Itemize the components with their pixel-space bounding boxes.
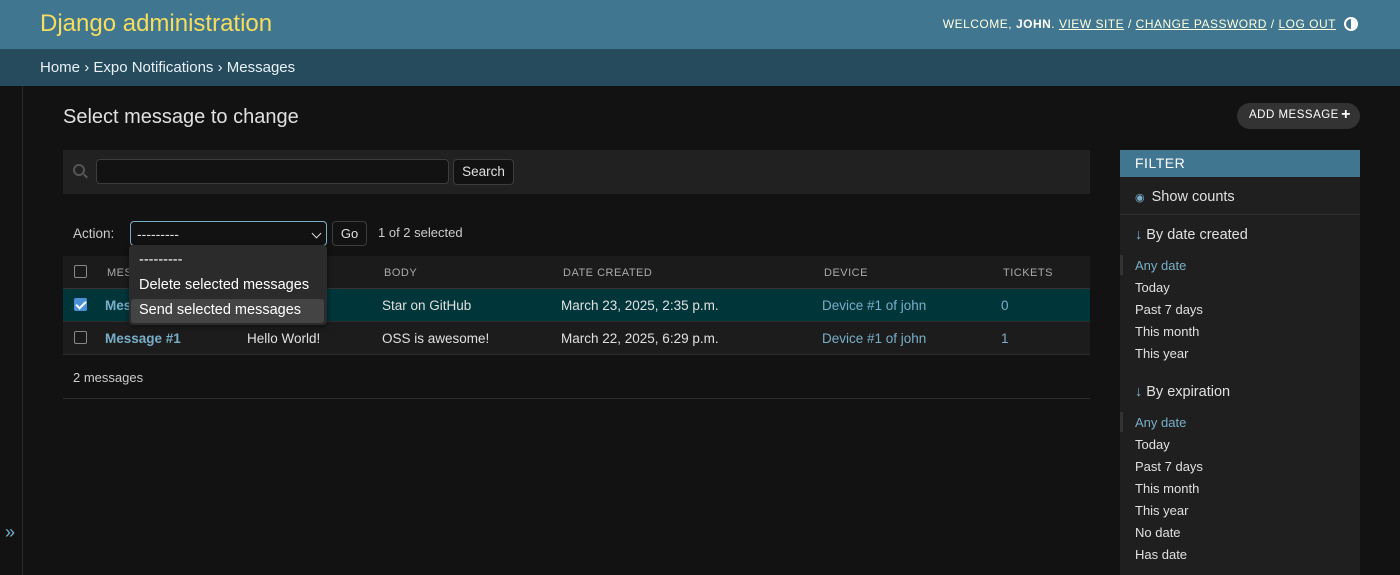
filter-section-title: By expiration [1146, 384, 1231, 400]
result-count: 2 messages [73, 370, 144, 385]
filter-item[interactable]: Any date [1119, 255, 1186, 275]
add-message-label: ADD MESSAGE [1249, 109, 1339, 121]
filter-item[interactable]: This year [1135, 503, 1188, 518]
go-button[interactable]: Go [332, 221, 367, 246]
column-header-date-created[interactable]: DATE CREATED [563, 267, 652, 279]
paginator: 2 messages [63, 356, 1090, 399]
username: john [1015, 17, 1052, 31]
filter-item[interactable]: Today [1135, 437, 1170, 452]
chevron-down-icon [311, 228, 322, 239]
tickets-link[interactable]: 1 [1001, 331, 1009, 346]
search-input[interactable] [96, 159, 449, 184]
changelist-filter: FILTER ◉ Show counts ↓ By date created An… [1119, 150, 1360, 575]
arrow-down-icon: ↓ [1135, 384, 1143, 400]
search-icon [73, 164, 85, 176]
column-header-device[interactable]: DEVICE [824, 267, 868, 279]
message-date: March 22, 2025, 6:29 p.m. [561, 331, 719, 346]
show-counts-label: Show counts [1151, 189, 1235, 205]
action-select-value: --------- [137, 226, 179, 242]
view-site-link[interactable]: View site [1059, 17, 1124, 31]
header: Django administration Welcome, john. Vie… [0, 0, 1400, 49]
select-all-checkbox[interactable] [74, 265, 87, 278]
search-toolbar: Search [63, 150, 1090, 194]
breadcrumb-app[interactable]: Expo Notifications [93, 59, 213, 76]
filter-section-date-created[interactable]: ↓ By date created [1135, 227, 1248, 243]
tickets-link[interactable]: 0 [1001, 298, 1009, 313]
filter-item[interactable]: Has date [1135, 547, 1187, 562]
action-option-delete[interactable]: Delete selected messages [131, 274, 324, 298]
device-link[interactable]: Device #1 of john [822, 331, 926, 346]
site-branding[interactable]: Django administration [40, 10, 272, 38]
message-body: OSS is awesome! [382, 331, 490, 346]
action-select[interactable]: --------- [130, 221, 327, 246]
filter-section-expiration[interactable]: ↓ By expiration [1135, 384, 1230, 400]
breadcrumb-separator: › [84, 59, 90, 76]
filter-item[interactable]: Past 7 days [1135, 459, 1203, 474]
filter-section-title: By date created [1146, 227, 1248, 243]
filter-item[interactable]: Any date [1119, 412, 1186, 432]
user-tools: Welcome, john. View site / Change passwo… [942, 17, 1336, 31]
action-dropdown-menu: --------- Delete selected messages Send … [129, 245, 327, 325]
message-date: March 23, 2025, 2:35 p.m. [561, 298, 719, 313]
add-message-button[interactable]: ADD MESSAGE + [1237, 103, 1360, 129]
filter-item[interactable]: This month [1135, 324, 1199, 339]
breadcrumb-current: Messages [226, 59, 296, 76]
row-checkbox[interactable] [74, 331, 87, 344]
row-checkbox[interactable] [74, 298, 87, 311]
action-option-blank[interactable]: --------- [131, 249, 324, 273]
filter-item[interactable]: This month [1135, 481, 1199, 496]
filter-item[interactable]: Past 7 days [1135, 302, 1203, 317]
theme-toggle-icon[interactable] [1344, 17, 1358, 31]
eye-icon: ◉ [1135, 192, 1145, 204]
filter-item[interactable]: This year [1135, 346, 1188, 361]
action-label: Action: [73, 226, 115, 241]
filter-item[interactable]: No date [1135, 525, 1181, 540]
selection-counter: 1 of 2 selected [378, 225, 463, 240]
welcome-text: Welcome, [942, 17, 1013, 31]
message-title: Hello World! [247, 331, 321, 346]
chevron-double-right-icon[interactable]: » [5, 522, 15, 543]
message-body: Star on GitHub [382, 298, 472, 313]
plus-icon: + [1341, 106, 1351, 123]
device-link[interactable]: Device #1 of john [822, 298, 926, 313]
action-option-send[interactable]: Send selected messages [131, 299, 324, 323]
change-password-link[interactable]: Change password [1136, 17, 1267, 31]
filter-item[interactable]: Today [1135, 280, 1170, 295]
log-out-link[interactable]: Log out [1278, 17, 1336, 31]
breadcrumb: Home › Expo Notifications › Messages [0, 49, 1400, 86]
filter-title: FILTER [1120, 150, 1360, 177]
breadcrumb-home[interactable]: Home [40, 59, 80, 76]
show-counts-link[interactable]: ◉ Show counts [1120, 177, 1360, 215]
column-header-tickets[interactable]: TICKETS [1003, 267, 1053, 279]
table-row: Message #1 Hello World! OSS is awesome! … [63, 322, 1090, 355]
search-button[interactable]: Search [453, 159, 514, 185]
arrow-down-icon: ↓ [1135, 227, 1143, 243]
column-header-body[interactable]: BODY [384, 267, 417, 279]
page-title: Select message to change [63, 106, 299, 128]
message-link[interactable]: Message #1 [105, 331, 181, 346]
breadcrumb-separator: › [217, 59, 223, 76]
nav-sidebar-collapsed [0, 86, 23, 575]
